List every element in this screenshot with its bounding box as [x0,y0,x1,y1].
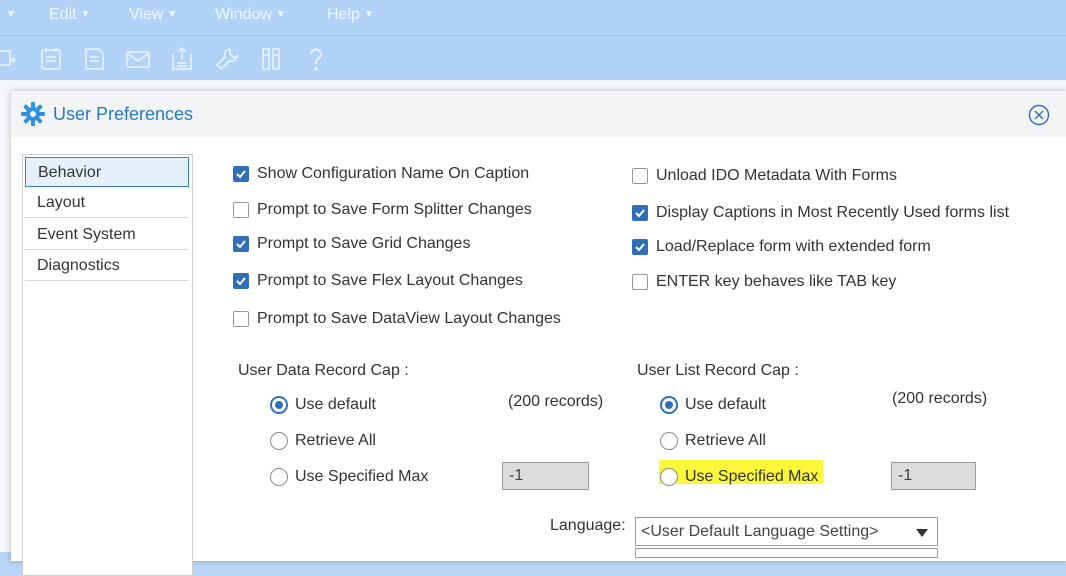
dialog-title: User Preferences [53,104,194,124]
dialog-header: User Preferences [11,91,1066,137]
radio-selected[interactable] [660,396,678,414]
checkbox-unchecked[interactable] [233,311,249,327]
option-label: Prompt to Save Form Splitter Changes [257,201,532,218]
option-label: Show Configuration Name On Caption [257,165,530,182]
data-record-cap-label: User Data Record Cap : [238,362,409,379]
upload-document-icon[interactable] [169,46,195,72]
checkbox-checked[interactable] [233,166,249,182]
radio-unselected[interactable] [270,468,288,486]
list-cap-default-count: (200 records) [892,390,988,407]
option-label: Prompt to Save DataView Layout Changes [257,310,561,327]
data-cap-max-input[interactable] [502,462,589,490]
checkbox-checked[interactable] [632,205,648,221]
radio-selected[interactable] [270,396,288,414]
radio-unselected[interactable] [270,432,288,450]
checkbox-checked[interactable] [233,236,249,252]
radio-unselected[interactable] [660,468,678,486]
checkbox-unchecked[interactable] [233,202,249,218]
checkbox-checked[interactable] [632,239,648,255]
data-cap-retrieve-all[interactable]: Retrieve All [270,432,376,450]
option-label: ENTER key behaves like TAB key [656,273,897,290]
document-icon[interactable] [81,46,107,72]
mail-icon[interactable] [125,46,151,72]
new-record-icon[interactable] [0,46,18,72]
list-cap-use-specified[interactable]: Use Specified Max [660,468,818,486]
data-cap-use-default[interactable]: Use default [270,396,376,414]
option-prompt-flex-layout[interactable]: Prompt to Save Flex Layout Changes [233,272,523,290]
language-selected-value: <User Default Language Setting> [641,523,879,540]
list-cap-use-default[interactable]: Use default [660,396,766,414]
language-select[interactable]: <User Default Language Setting> [635,517,938,546]
columns-icon[interactable] [258,46,284,72]
nav-item-behavior[interactable]: Behavior [25,157,189,187]
nav-item-layout[interactable]: Layout [25,188,189,218]
list-record-cap-label: User List Record Cap : [637,362,799,379]
dialog-body: Behavior Layout Event System Diagnostics [11,137,1061,576]
checkbox-checked[interactable] [233,273,249,289]
list-cap-retrieve-all[interactable]: Retrieve All [660,432,766,450]
option-prompt-grid[interactable]: Prompt to Save Grid Changes [233,235,470,253]
toolbar [0,36,1066,80]
menu-window[interactable]: Window ▼ [215,6,286,24]
option-unload-ido[interactable]: Unload IDO Metadata With Forms [632,167,897,185]
option-show-config-name[interactable]: Show Configuration Name On Caption [233,165,529,183]
option-label: Prompt to Save Grid Changes [257,235,471,252]
wrench-icon[interactable] [214,46,240,72]
option-load-extended-form[interactable]: Load/Replace form with extended form [632,238,931,256]
menu-edit[interactable]: Edit ▼ [49,6,90,24]
data-cap-use-specified[interactable]: Use Specified Max [270,468,428,486]
data-cap-default-count: (200 records) [508,393,604,410]
secondary-select-partial[interactable] [635,548,938,558]
menu-caret-partial[interactable]: ▼ [2,6,16,24]
menu-help[interactable]: Help ▼ [327,6,374,24]
option-label: Prompt to Save Flex Layout Changes [257,272,523,289]
option-enter-as-tab[interactable]: ENTER key behaves like TAB key [632,273,896,291]
option-prompt-splitter[interactable]: Prompt to Save Form Splitter Changes [233,201,532,219]
chevron-down-icon [916,529,928,537]
radio-unselected[interactable] [660,432,678,450]
option-label: Display Captions in Most Recently Used f… [656,204,1010,221]
menu-view[interactable]: View ▼ [129,6,177,24]
form-icon[interactable] [38,46,64,72]
nav-item-event-system[interactable]: Event System [25,220,189,250]
preferences-nav: Behavior Layout Event System Diagnostics [22,154,193,576]
language-label: Language: [550,517,626,534]
close-icon[interactable] [1028,104,1050,126]
checkbox-unchecked[interactable] [632,168,648,184]
option-label: Unload IDO Metadata With Forms [656,167,897,184]
help-icon[interactable] [303,46,329,72]
gear-icon [21,102,45,126]
list-cap-max-input[interactable] [891,462,976,490]
option-label: Load/Replace form with extended form [656,238,931,255]
option-prompt-dataview[interactable]: Prompt to Save DataView Layout Changes [233,310,561,328]
checkbox-unchecked[interactable] [632,274,648,290]
nav-item-diagnostics[interactable]: Diagnostics [25,251,189,281]
menu-bar: ▼ Edit ▼ View ▼ Window ▼ Help ▼ [0,0,1066,36]
option-display-captions-mru[interactable]: Display Captions in Most Recently Used f… [632,204,1009,222]
